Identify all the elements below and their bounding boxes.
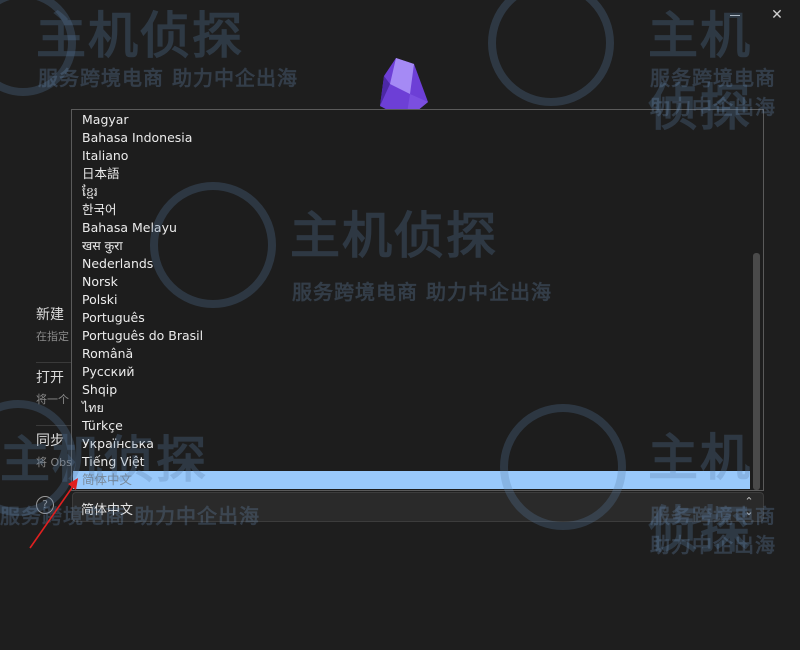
- language-option[interactable]: Bahasa Indonesia: [73, 129, 751, 147]
- action-title: 打开: [36, 370, 64, 386]
- language-option-selected[interactable]: 简体中文: [73, 471, 751, 489]
- watermark-subtext: 服务跨境电商 助力中企出海: [38, 66, 298, 90]
- language-option[interactable]: Polski: [73, 291, 751, 309]
- language-option[interactable]: 한국어: [73, 201, 751, 219]
- language-option[interactable]: Português: [73, 309, 751, 327]
- language-option[interactable]: खस कुरा: [73, 237, 751, 255]
- language-option[interactable]: Tiếng Việt: [73, 453, 751, 471]
- scrollbar-thumb[interactable]: [753, 253, 760, 490]
- close-icon: ✕: [771, 7, 783, 23]
- language-option[interactable]: Русский: [73, 363, 751, 381]
- minimize-icon: [730, 14, 740, 16]
- action-description: 在指定: [36, 330, 69, 343]
- action-description: 将 Obs: [36, 456, 72, 469]
- action-title: 同步: [36, 433, 64, 449]
- dropdown-scrollbar[interactable]: [750, 110, 762, 490]
- language-option[interactable]: Bahasa Melayu: [73, 219, 751, 237]
- watermark-text: 主机侦探: [36, 7, 244, 65]
- language-option[interactable]: ไทย: [73, 399, 751, 417]
- language-option[interactable]: Português do Brasil: [73, 327, 751, 345]
- language-option[interactable]: Nederlands: [73, 255, 751, 273]
- watermark-logo: [488, 0, 614, 106]
- language-option[interactable]: Shqip: [73, 381, 751, 399]
- language-select-value: 简体中文: [81, 503, 134, 518]
- language-option[interactable]: Română: [73, 345, 751, 363]
- minimize-button[interactable]: [724, 4, 746, 26]
- language-option[interactable]: Українська: [73, 435, 751, 453]
- watermark-logo: [0, 0, 76, 96]
- language-option[interactable]: Magyar: [73, 111, 751, 129]
- language-option[interactable]: Türkçe: [73, 417, 751, 435]
- language-dropdown-list[interactable]: Magyar Bahasa Indonesia Italiano 日本語 ខ្មែរ 한국…: [71, 109, 764, 491]
- language-option[interactable]: Norsk: [73, 273, 751, 291]
- obsidian-window: ✕ 新建 在指定 打开 将一个 同步 将 Obs ? 简体中文 ⌃ ⌄ Magya…: [0, 0, 800, 650]
- help-circle-icon[interactable]: ?: [36, 496, 54, 514]
- chevron-updown-icon: ⌃ ⌄: [744, 495, 754, 518]
- language-select[interactable]: 简体中文 ⌃ ⌄: [72, 492, 764, 522]
- language-option[interactable]: Italiano: [73, 147, 751, 165]
- language-option[interactable]: 日本語: [73, 165, 751, 183]
- action-title: 新建: [36, 307, 64, 323]
- language-option[interactable]: ខ្មែរ: [73, 183, 751, 201]
- action-description: 将一个: [36, 393, 69, 406]
- close-button[interactable]: ✕: [766, 4, 788, 26]
